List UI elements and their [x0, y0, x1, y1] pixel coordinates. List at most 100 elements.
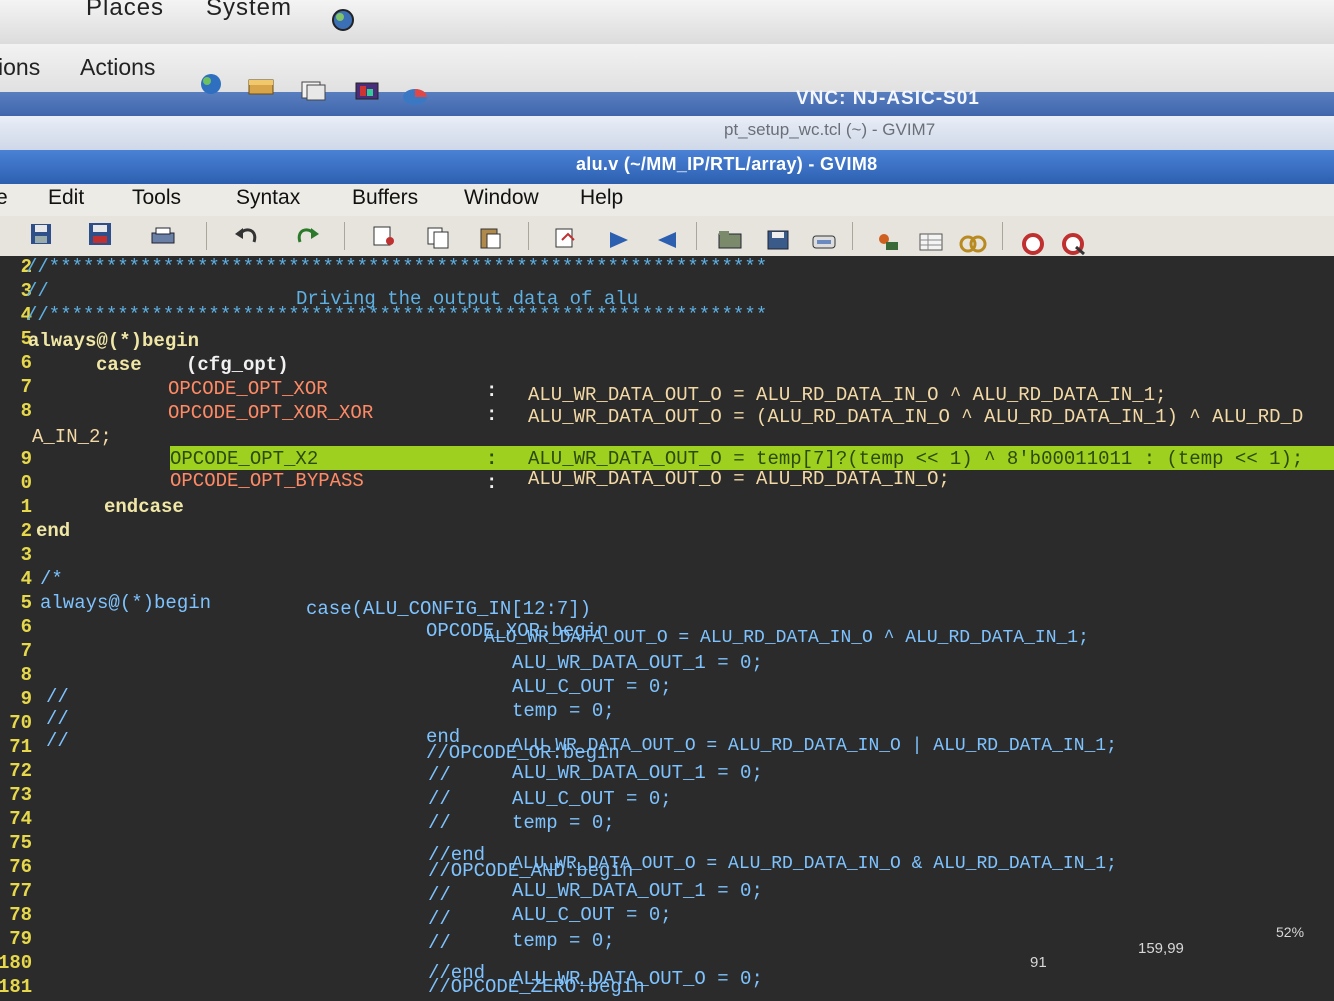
disk-chart-icon[interactable]	[400, 84, 430, 108]
line-number: 4	[20, 568, 32, 590]
help-icon[interactable]	[1018, 232, 1048, 256]
toolbar-separator	[344, 222, 345, 250]
line-number: 74	[9, 808, 32, 830]
code-comment: ALU_WR_DATA_OUT_O = 0;	[512, 968, 763, 990]
toolbar-separator	[1002, 222, 1003, 250]
code-comment: temp = 0;	[512, 812, 615, 834]
load-session-icon[interactable]	[716, 228, 746, 252]
line-number: 72	[9, 760, 32, 782]
line-number: 5	[20, 592, 32, 614]
prev-icon[interactable]	[652, 228, 682, 252]
code-colon: :	[486, 472, 498, 494]
vnc-title: VNC: NJ-ASIC-S01	[796, 88, 980, 109]
code-comment: ALU_C_OUT = 0;	[512, 676, 672, 698]
line-number: 78	[9, 904, 32, 926]
menu-window[interactable]: Window	[464, 186, 539, 210]
code-text-highlighted: ALU_WR_DATA_OUT_O = temp[7]?(temp << 1) …	[528, 448, 1304, 470]
save-icon[interactable]	[26, 222, 56, 246]
package-icon[interactable]	[246, 74, 276, 98]
code-line: //	[26, 280, 49, 302]
code-comment: //	[46, 708, 69, 730]
code-colon: :	[486, 404, 498, 426]
line-number: 0	[20, 472, 32, 494]
gvim7-titlebar[interactable]: pt_setup_wc.tcl (~) - GVIM7	[0, 116, 1334, 151]
line-number: 71	[9, 736, 32, 758]
gvim8-title: alu.v (~/MM_IP/RTL/array) - GVIM8	[576, 154, 878, 174]
code-constant-highlighted: OPCODE_OPT_X2	[170, 448, 319, 470]
toolbar-separator	[696, 222, 697, 250]
undo-icon[interactable]	[232, 224, 262, 248]
code-comment: always@(*)begin	[40, 592, 212, 614]
line-number: 73	[9, 784, 32, 806]
menu-buffers[interactable]: Buffers	[352, 186, 418, 210]
monitor-icon[interactable]	[352, 80, 382, 104]
vnc-menu-options[interactable]: ions	[0, 54, 40, 81]
code-text: (cfg_opt)	[186, 354, 289, 376]
code-comment: //	[46, 686, 69, 708]
code-comment: //	[428, 908, 451, 930]
gvim8-titlebar[interactable]: alu.v (~/MM_IP/RTL/array) - GVIM8	[0, 150, 1334, 184]
code-line: //**************************************…	[26, 256, 768, 278]
line-number: 6	[20, 616, 32, 638]
code-line: always@(*)begin	[28, 330, 200, 352]
menu-syntax[interactable]: Syntax	[236, 186, 300, 210]
code-constant: OPCODE_OPT_XOR_XOR	[168, 402, 374, 424]
code-keyword: end	[36, 520, 71, 542]
code-comment: ALU_C_OUT = 0;	[512, 788, 672, 810]
code-comment: //	[428, 788, 451, 810]
tag-icon[interactable]	[916, 230, 946, 254]
gvim-menubar: e Edit Tools Syntax Buffers Window Help	[0, 184, 1334, 217]
line-number: 7	[20, 376, 32, 398]
line-number: 75	[9, 832, 32, 854]
line-number: 181	[0, 976, 33, 998]
ruler-position: 159,99	[1138, 940, 1184, 957]
code-keyword: case	[96, 354, 142, 376]
code-comment: case(ALU_CONFIG_IN[12:7])	[306, 598, 592, 620]
find-replace-icon[interactable]	[552, 226, 582, 250]
menu-system[interactable]: System	[206, 0, 292, 22]
paste-icon[interactable]	[476, 226, 506, 250]
code-editor[interactable]: 2 3 4 5 6 7 8 9 0 1 2 3 4 5 6 7 8 9 70 7…	[0, 256, 1334, 1001]
code-colon: :	[486, 448, 498, 470]
vnc-window-bar: ions Actions VNC: NJ-ASIC-S01	[0, 44, 1334, 116]
code-comment: //	[428, 932, 451, 954]
code-comment: //	[428, 884, 451, 906]
gvim-toolbar	[0, 216, 1334, 257]
code-constant: OPCODE_OPT_XOR	[168, 378, 328, 400]
code-comment: ALU_WR_DATA_OUT_1 = 0;	[512, 652, 763, 674]
next-icon[interactable]	[604, 228, 634, 252]
system-panel: Places System	[0, 0, 1334, 45]
network-globe-icon[interactable]	[328, 8, 358, 32]
documents-icon[interactable]	[298, 78, 328, 102]
print-icon[interactable]	[148, 224, 178, 248]
code-keyword: endcase	[104, 496, 184, 518]
code-comment: ALU_WR_DATA_OUT_1 = 0;	[512, 880, 763, 902]
code-comment: ALU_WR_DATA_OUT_1 = 0;	[512, 762, 763, 784]
line-number: 1	[20, 496, 32, 518]
menu-tools[interactable]: Tools	[132, 186, 181, 210]
code-constant: OPCODE_OPT_BYPASS	[170, 470, 364, 492]
menu-file[interactable]: e	[0, 186, 8, 210]
cut-icon[interactable]	[370, 224, 400, 248]
menu-places[interactable]: Places	[86, 0, 164, 22]
code-comment: temp = 0;	[512, 700, 615, 722]
code-comment: ALU_WR_DATA_OUT_O = ALU_RD_DATA_IN_O ^ A…	[484, 628, 1089, 648]
globe-icon[interactable]	[196, 72, 226, 96]
redo-icon[interactable]	[292, 224, 322, 248]
line-number: 8	[20, 400, 32, 422]
menu-edit[interactable]: Edit	[48, 186, 84, 210]
make-icon[interactable]	[872, 230, 902, 254]
toolbar-separator	[206, 222, 207, 250]
copy-icon[interactable]	[424, 226, 454, 250]
run-script-icon[interactable]	[810, 230, 840, 254]
save-all-icon[interactable]	[86, 222, 116, 246]
toolbar-separator	[528, 222, 529, 250]
toolbar-separator	[852, 222, 853, 250]
menu-help[interactable]: Help	[580, 186, 623, 210]
jump-tag-icon[interactable]	[958, 232, 988, 256]
vnc-menu-actions[interactable]: Actions	[80, 54, 155, 81]
code-comment: /*	[40, 568, 63, 590]
save-session-icon[interactable]	[764, 228, 794, 252]
line-number: 8	[20, 664, 32, 686]
find-help-icon[interactable]	[1058, 232, 1088, 256]
